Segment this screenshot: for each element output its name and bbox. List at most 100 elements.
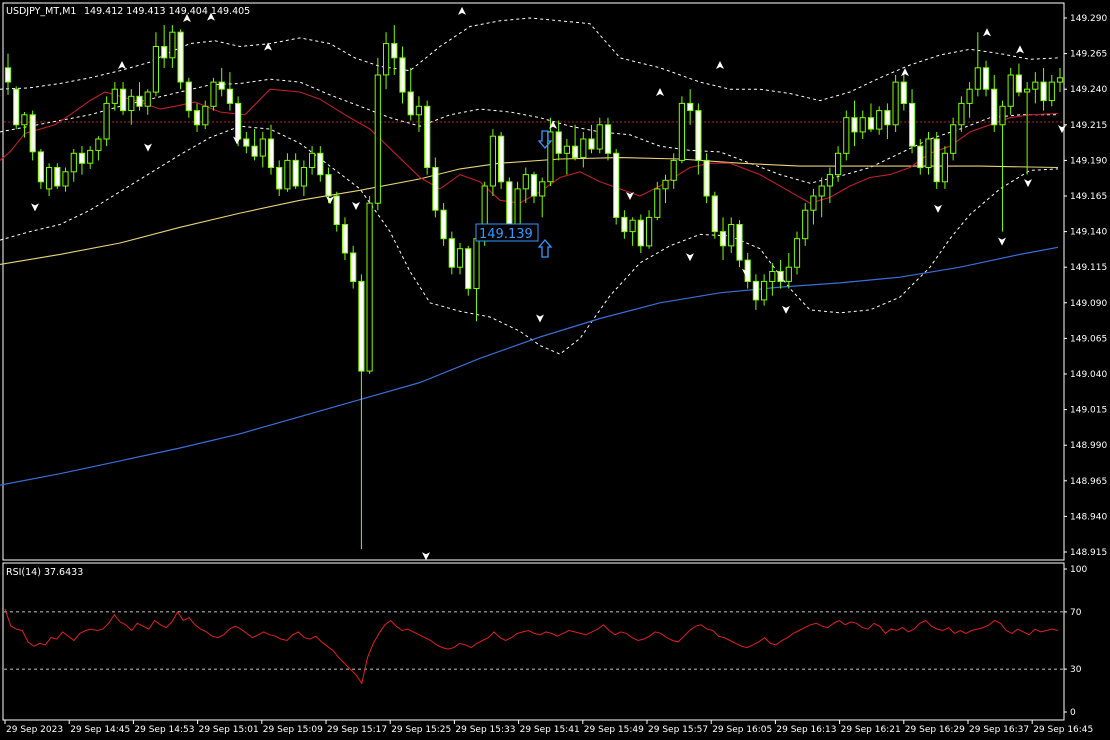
candle-body-up [152, 46, 160, 93]
candle [629, 217, 636, 246]
candle-body-down [506, 181, 513, 226]
candle-body-up [1056, 77, 1064, 83]
candle [810, 188, 817, 225]
candle-body-up [103, 102, 110, 140]
candle [185, 77, 192, 118]
candle [120, 82, 127, 115]
candle-body-up [646, 216, 653, 247]
candle [391, 25, 398, 75]
candle [777, 260, 784, 289]
rsi-tick-label: 30 [1070, 665, 1082, 675]
candle-body-down [933, 138, 940, 183]
candle [572, 124, 579, 161]
price-label-text: 149.139 [479, 227, 533, 242]
candle [78, 146, 86, 175]
candle-body-down [161, 46, 168, 59]
candle [678, 96, 685, 164]
candle [604, 117, 612, 161]
candle [580, 131, 587, 168]
candle-body-up [859, 117, 866, 133]
candle-body-down [604, 124, 612, 154]
candle-body-up [70, 152, 77, 173]
rsi-axis: 100 70 30 0 [1064, 565, 1087, 718]
candle [259, 131, 266, 168]
price-tick-label: 149.215 [1070, 121, 1107, 131]
candle-body-up [1032, 81, 1039, 90]
time-tick-label: 29 Sep 15:25 [391, 725, 451, 735]
time-tick-label: 29 Sep 16:13 [776, 725, 836, 735]
price-tick-label: 149.190 [1070, 156, 1107, 166]
candle-body-down [251, 145, 258, 157]
candle-body-up [111, 88, 118, 104]
candle-body-down [572, 145, 579, 159]
candle-body-up [210, 81, 217, 107]
ma-blue-line [0, 246, 1059, 486]
candle [366, 196, 373, 374]
candle [292, 153, 299, 189]
candle-body-up [974, 67, 981, 90]
candle-body-down [54, 167, 61, 187]
candle-body-up [539, 181, 546, 197]
price-tick-label: 149.290 [1070, 14, 1107, 24]
candle-body-down [703, 159, 710, 197]
candle-body-down [917, 145, 924, 169]
candle-body-down [851, 117, 858, 133]
candle-body-down [711, 195, 718, 233]
candle-body-down [185, 81, 192, 112]
price-tick-label: 149.140 [1070, 228, 1107, 238]
candle [851, 100, 858, 147]
candle [736, 220, 743, 268]
candle [941, 146, 948, 189]
candle-body-down [982, 67, 990, 90]
price-tick-label: 149.265 [1070, 50, 1107, 60]
fractal-down-icon [31, 203, 39, 212]
candle-body-up [999, 105, 1006, 126]
candle-body-down [29, 114, 36, 153]
candle-body-up [950, 124, 957, 154]
chart-canvas[interactable]: USDJPY_MT,M1 149.412 149.413 149.404 149… [0, 0, 1110, 740]
candle-body-up [596, 124, 603, 150]
candle-body-down [440, 209, 447, 240]
time-tick-label: 29 Sep 14:45 [70, 725, 130, 735]
candle [843, 110, 850, 161]
price-tick-label: 148.990 [1070, 441, 1107, 451]
candle-body-down [325, 174, 332, 197]
fractal-down-icon [934, 204, 942, 213]
candle [695, 103, 702, 175]
fractal-down-icon [144, 143, 152, 152]
candle-body-up [678, 102, 685, 161]
candle-body-up [489, 135, 496, 187]
fractal-down-icon [998, 237, 1006, 246]
candle-body-down [588, 138, 595, 150]
time-axis: 29 Sep 2023 29 Sep 14:45 29 Sep 14:53 29 Se… [4, 720, 1093, 735]
candle [70, 149, 77, 182]
candle [950, 117, 957, 161]
candle [1024, 82, 1031, 175]
candle-body-up [843, 117, 850, 154]
candle [243, 131, 250, 154]
candle-body-up [514, 188, 521, 225]
candle [621, 210, 628, 239]
price-tick-label: 149.240 [1070, 85, 1107, 95]
candle [432, 157, 439, 218]
candle-body-down [4, 67, 12, 83]
candle-body-up [456, 248, 464, 268]
candle-body-down [867, 117, 875, 130]
candle [383, 32, 390, 90]
candle [21, 111, 28, 138]
candle-body-up [810, 195, 817, 211]
candle [193, 103, 201, 132]
rsi-title: RSI(14) 37.6433 [6, 567, 83, 578]
time-tick-label: 29 Sep 15:01 [199, 725, 259, 735]
candle-body-down [448, 238, 455, 268]
candle [506, 177, 513, 232]
time-tick-label: 29 Sep 14:53 [134, 725, 194, 735]
time-tick-label: 29 Sep 16:37 [969, 725, 1029, 735]
candle [703, 153, 710, 204]
candle [835, 146, 842, 182]
rsi-path [4, 608, 1059, 685]
candle-body-down [218, 81, 225, 90]
candle-body-down [555, 131, 562, 154]
price-tick-label: 149.040 [1070, 370, 1107, 380]
candle-body-down [267, 138, 275, 168]
